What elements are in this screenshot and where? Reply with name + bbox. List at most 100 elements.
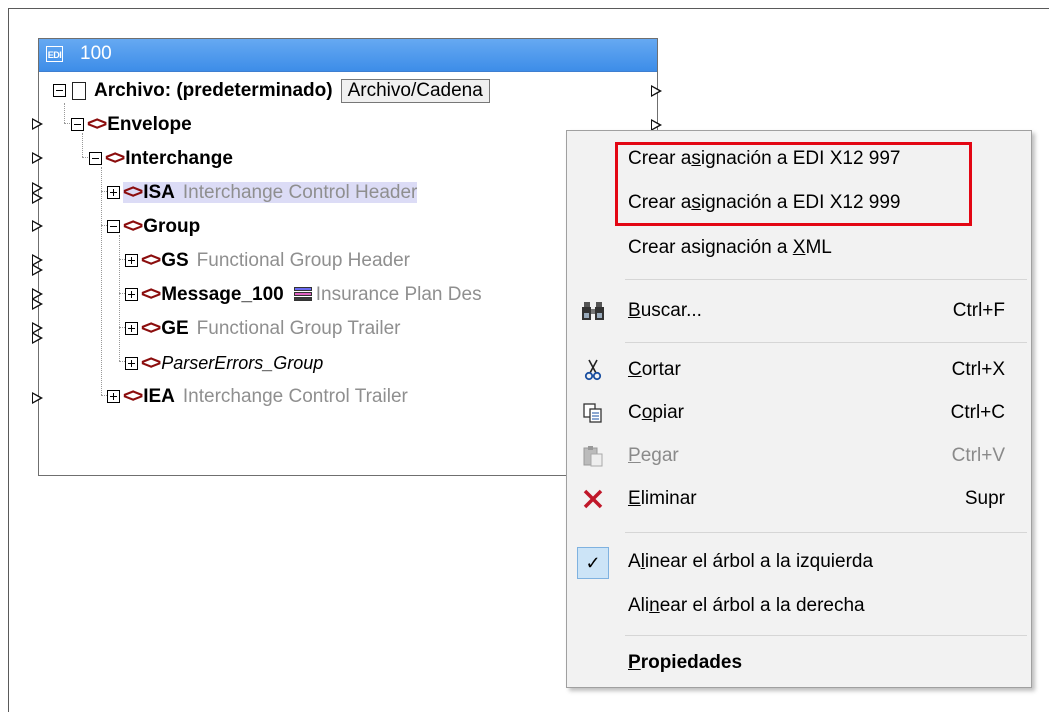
tree-node-message[interactable]: <> Message_100 Insurance Plan Des bbox=[125, 281, 482, 309]
menu-item-align-right[interactable]: Alinear el árbol a la derecha bbox=[567, 586, 1031, 626]
tree-guide bbox=[119, 235, 120, 361]
input-connector-icon[interactable] bbox=[32, 152, 43, 164]
menu-item-label: Crear asignación a EDI X12 997 bbox=[628, 148, 901, 169]
tree-node-isa[interactable]: <> ISA Interchange Control Header bbox=[107, 179, 418, 207]
scissors-icon bbox=[581, 358, 605, 382]
menu-item-map-edi-999[interactable]: Crear asignación a EDI X12 999 bbox=[567, 183, 1031, 223]
menu-item-shortcut: Ctrl+V bbox=[951, 445, 1005, 466]
expand-icon[interactable] bbox=[125, 322, 138, 336]
file-label: Archivo: (predeterminado) bbox=[94, 80, 333, 101]
element-icon: <> bbox=[123, 182, 143, 203]
menu-item-label: Crear asignación a EDI X12 999 bbox=[628, 192, 901, 213]
input-connector-icon[interactable] bbox=[32, 220, 43, 232]
menu-item-align-left[interactable]: Alinear el árbol a la izquierda bbox=[567, 542, 1031, 582]
tree-node-iea[interactable]: <> IEA Interchange Control Trailer bbox=[107, 383, 408, 411]
node-name: ISA bbox=[143, 182, 175, 203]
menu-item-shortcut: Supr bbox=[964, 488, 1005, 509]
menu-item-label: Eliminar bbox=[628, 488, 697, 509]
expand-icon[interactable] bbox=[125, 288, 138, 302]
element-icon: <> bbox=[87, 114, 107, 135]
node-name: GS bbox=[161, 250, 189, 271]
expand-icon[interactable] bbox=[107, 186, 120, 200]
expand-icon[interactable] bbox=[125, 254, 138, 268]
menu-item-label: Copiar bbox=[628, 402, 684, 423]
element-icon: <> bbox=[123, 216, 143, 237]
menu-item-delete[interactable]: Eliminar Supr bbox=[567, 479, 1031, 519]
tree-node-gs[interactable]: <> GS Functional Group Header bbox=[125, 247, 410, 275]
node-description: Interchange Control Header bbox=[182, 182, 418, 203]
output-connector-icon[interactable] bbox=[651, 85, 662, 97]
tree-node-group[interactable]: <> Group bbox=[107, 213, 200, 241]
node-name: ParserErrors_Group bbox=[161, 353, 324, 373]
node-description: Functional Group Trailer bbox=[196, 318, 401, 339]
tree-node-envelope[interactable]: <> Envelope bbox=[71, 111, 192, 139]
menu-item-map-xml[interactable]: Crear asignación a XML bbox=[567, 228, 1031, 268]
menu-item-shortcut: Ctrl+F bbox=[952, 300, 1005, 321]
tree-node-ge[interactable]: <> GE Functional Group Trailer bbox=[125, 315, 400, 343]
menu-item-copy[interactable]: Copiar Ctrl+C bbox=[567, 393, 1031, 433]
node-name: Group bbox=[143, 216, 201, 237]
menu-separator bbox=[625, 342, 1027, 343]
input-connector-icon[interactable] bbox=[32, 264, 43, 276]
menu-item-shortcut: Ctrl+X bbox=[951, 359, 1005, 380]
node-description: Interchange Control Trailer bbox=[182, 386, 408, 407]
menu-separator bbox=[625, 279, 1027, 280]
menu-item-paste[interactable]: Pegar Ctrl+V bbox=[567, 436, 1031, 476]
node-name: Interchange bbox=[125, 148, 233, 169]
collapse-icon[interactable] bbox=[71, 118, 84, 132]
menu-item-label: Alinear el árbol a la izquierda bbox=[628, 551, 874, 572]
node-name: Message_100 bbox=[161, 284, 284, 305]
file-icon bbox=[72, 81, 86, 100]
menu-separator bbox=[625, 532, 1027, 533]
element-icon: <> bbox=[141, 250, 161, 271]
menu-item-cut[interactable]: Cortar Ctrl+X bbox=[567, 350, 1031, 390]
input-connector-icon[interactable] bbox=[32, 192, 43, 204]
component-title: 100 bbox=[80, 43, 112, 64]
node-name: IEA bbox=[143, 386, 175, 407]
context-menu[interactable]: Crear asignación a EDI X12 997 Crear asi… bbox=[566, 130, 1032, 688]
message-stack-icon[interactable] bbox=[292, 286, 312, 304]
expand-icon[interactable] bbox=[107, 390, 120, 404]
node-description: Functional Group Header bbox=[196, 250, 410, 271]
menu-item-label: Crear asignación a XML bbox=[628, 237, 832, 258]
input-connector-icon[interactable] bbox=[32, 332, 43, 344]
tree-guide bbox=[64, 103, 65, 123]
file-row[interactable]: Archivo: (predeterminado) Archivo/Cadena bbox=[53, 77, 490, 105]
collapse-icon[interactable] bbox=[89, 152, 102, 166]
menu-item-label: Buscar... bbox=[628, 300, 702, 321]
tree-guide bbox=[101, 167, 102, 395]
node-name: GE bbox=[161, 318, 189, 339]
menu-item-search[interactable]: Buscar... Ctrl+F bbox=[567, 291, 1031, 331]
menu-item-properties[interactable]: Propiedades bbox=[567, 643, 1031, 683]
node-name: Envelope bbox=[107, 114, 192, 135]
input-connector-icon[interactable] bbox=[32, 392, 43, 404]
collapse-icon[interactable] bbox=[107, 220, 120, 234]
menu-item-label: Pegar bbox=[628, 445, 679, 466]
node-description: Insurance Plan Des bbox=[315, 284, 482, 305]
copy-icon bbox=[581, 401, 605, 425]
tree-node-interchange[interactable]: <> Interchange bbox=[89, 145, 233, 173]
binoculars-icon bbox=[581, 299, 605, 323]
menu-separator bbox=[625, 635, 1027, 636]
menu-item-label: Propiedades bbox=[628, 652, 743, 673]
expand-icon[interactable] bbox=[125, 357, 138, 371]
edi-component[interactable]: EDI 100 Archivo: (predeterminado) Archivo… bbox=[38, 38, 662, 476]
menu-item-label: Alinear el árbol a la derecha bbox=[628, 595, 865, 616]
menu-item-shortcut: Ctrl+C bbox=[950, 402, 1005, 423]
input-connector-icon[interactable] bbox=[32, 298, 43, 310]
element-icon: <> bbox=[123, 386, 143, 407]
collapse-icon[interactable] bbox=[53, 84, 66, 98]
menu-item-map-edi-997[interactable]: Crear asignación a EDI X12 997 bbox=[567, 139, 1031, 179]
file-string-button[interactable]: Archivo/Cadena bbox=[340, 79, 490, 103]
element-icon: <> bbox=[105, 148, 125, 169]
tree-node-parsererrors[interactable]: <> ParserErrors_Group bbox=[125, 349, 323, 377]
menu-item-label: Cortar bbox=[628, 359, 681, 380]
delete-icon bbox=[581, 487, 605, 511]
component-title-bar[interactable]: EDI 100 bbox=[39, 39, 657, 72]
selected-node-highlight: <> ISA Interchange Control Header bbox=[123, 182, 418, 203]
element-icon: <> bbox=[141, 284, 161, 305]
element-icon: <> bbox=[141, 318, 161, 339]
input-connector-icon[interactable] bbox=[32, 118, 43, 130]
edi-icon: EDI bbox=[46, 46, 63, 62]
element-icon: <> bbox=[141, 353, 161, 374]
